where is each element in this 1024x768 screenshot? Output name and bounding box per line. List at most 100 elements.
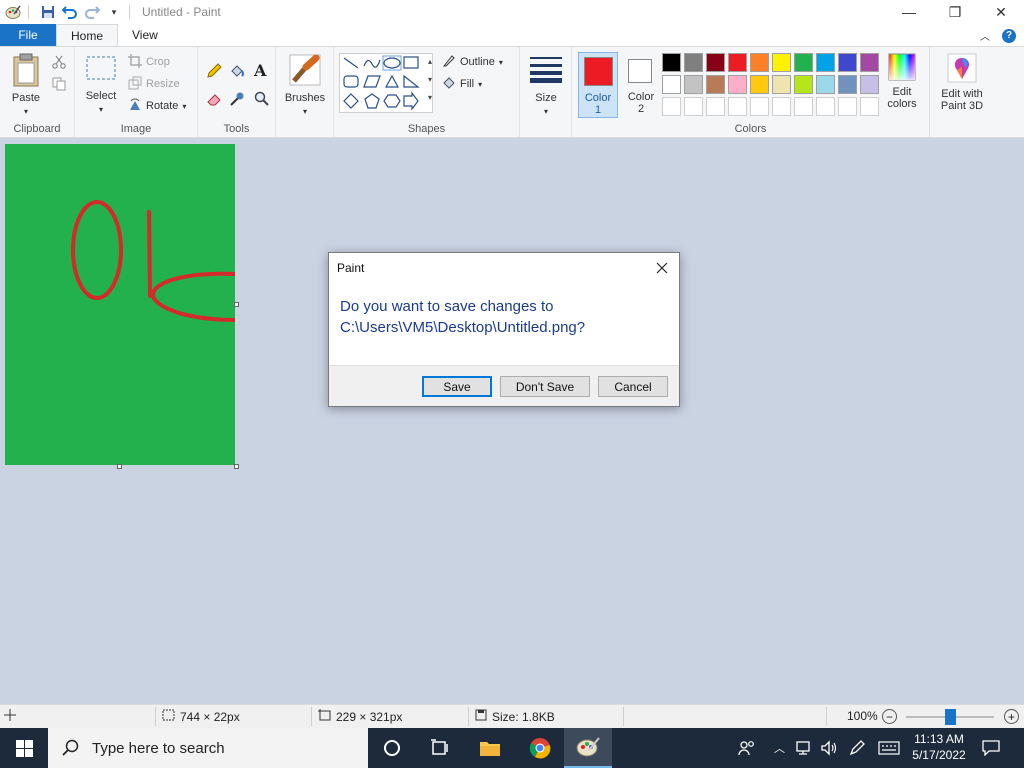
tab-home[interactable]: Home (56, 24, 119, 46)
tab-file[interactable]: File (0, 24, 56, 46)
edit-colors-button[interactable]: Edit colors (882, 53, 922, 110)
eraser-icon[interactable] (206, 91, 222, 110)
tab-view[interactable]: View (118, 24, 172, 46)
color-spectrum-icon (888, 53, 916, 84)
fill-bucket-icon[interactable] (229, 63, 245, 82)
keyboard-icon[interactable] (878, 738, 900, 758)
paste-button[interactable]: Paste ▾ (8, 53, 44, 118)
system-clock[interactable]: 11:13 AM 5/17/2022 (904, 731, 974, 763)
palette-swatch[interactable] (706, 97, 725, 116)
brushes-button[interactable]: Brushes ▾ (284, 53, 326, 118)
file-explorer-icon[interactable] (466, 728, 514, 768)
palette-swatch[interactable] (750, 53, 769, 72)
palette-swatch[interactable] (662, 53, 681, 72)
taskbar-search-box[interactable]: Type here to search (48, 728, 368, 768)
zoom-in-button[interactable]: + (1004, 709, 1019, 724)
palette-swatch[interactable] (860, 53, 879, 72)
chevron-down-icon: ▾ (98, 105, 103, 114)
text-icon[interactable]: A (254, 61, 266, 80)
palette-swatch[interactable] (816, 97, 835, 116)
palette-swatch[interactable] (706, 75, 725, 94)
cut-icon[interactable] (52, 55, 66, 72)
palette-swatch[interactable] (838, 75, 857, 94)
palette-swatch[interactable] (838, 53, 857, 72)
minimize-button[interactable]: — (886, 0, 932, 24)
show-hidden-icons-chevron-icon[interactable]: ︿ (774, 738, 785, 758)
color-picker-icon[interactable] (229, 91, 245, 110)
notifications-icon[interactable] (982, 738, 1000, 758)
palette-swatch[interactable] (816, 75, 835, 94)
network-icon[interactable] (795, 738, 813, 758)
pencil-icon[interactable] (206, 63, 222, 82)
palette-swatch[interactable] (794, 97, 813, 116)
rotate-button[interactable]: Rotate ▾ (128, 97, 186, 115)
ribbon: Paste ▾ Clipboard Select ▾ Crop Resize R… (0, 46, 1024, 138)
volume-icon[interactable] (820, 738, 838, 758)
start-button[interactable] (0, 728, 48, 768)
save-icon[interactable] (39, 3, 57, 21)
size-button[interactable]: Size ▾ (526, 55, 566, 118)
palette-swatch[interactable] (772, 97, 791, 116)
maximize-button[interactable]: ❐ (932, 0, 978, 24)
timeline-icon[interactable] (416, 728, 464, 768)
close-button[interactable]: ✕ (978, 0, 1024, 24)
dont-save-button[interactable]: Don't Save (500, 376, 590, 397)
palette-swatch[interactable] (794, 75, 813, 94)
resize-button[interactable]: Resize (128, 75, 180, 93)
canvas-resize-handle[interactable] (234, 302, 239, 307)
cancel-button[interactable]: Cancel (598, 376, 668, 397)
select-button[interactable]: Select ▾ (83, 55, 119, 116)
palette-swatch[interactable] (794, 53, 813, 72)
palette-swatch[interactable] (860, 97, 879, 116)
crop-button[interactable]: Crop (128, 53, 170, 71)
drawing-canvas[interactable] (5, 144, 235, 465)
palette-swatch[interactable] (772, 75, 791, 94)
palette-swatch[interactable] (728, 97, 747, 116)
canvas-resize-handle[interactable] (117, 464, 122, 469)
people-icon[interactable] (738, 738, 756, 758)
dialog-close-icon[interactable] (653, 259, 671, 277)
shapes-scroll[interactable]: ▴ ▾ ▾ (424, 53, 436, 113)
shapes-gallery[interactable] (339, 53, 433, 113)
palette-swatch[interactable] (838, 97, 857, 116)
palette-swatch[interactable] (728, 53, 747, 72)
clock-date: 5/17/2022 (912, 748, 966, 762)
chrome-icon[interactable] (516, 728, 564, 768)
palette-swatch[interactable] (662, 97, 681, 116)
help-icon[interactable]: ? (1002, 28, 1016, 43)
palette-swatch[interactable] (706, 53, 725, 72)
zoom-out-button[interactable]: − (882, 709, 897, 724)
palette-swatch[interactable] (750, 97, 769, 116)
paint-taskbar-icon[interactable] (564, 728, 612, 768)
edit-with-paint3d-button[interactable]: Edit with Paint 3D (934, 53, 990, 112)
palette-swatch[interactable] (684, 97, 703, 116)
palette-swatch[interactable] (860, 75, 879, 94)
paint-app-icon[interactable] (4, 3, 22, 21)
paint3d-icon (947, 53, 977, 86)
save-button[interactable]: Save (422, 376, 492, 397)
canvas-size-icon (318, 709, 331, 724)
fill-button[interactable]: Fill ▾ (442, 75, 482, 93)
copy-icon[interactable] (52, 77, 66, 94)
palette-swatch[interactable] (684, 53, 703, 72)
search-placeholder: Type here to search (92, 739, 225, 757)
palette-swatch[interactable] (772, 53, 791, 72)
redo-icon[interactable] (83, 3, 101, 21)
pen-workspace-icon[interactable] (848, 738, 866, 758)
magnifier-icon[interactable] (254, 91, 270, 110)
paint3d-group: Edit with Paint 3D (930, 47, 992, 137)
color1-button[interactable]: Color 1 (578, 52, 618, 118)
zoom-slider-thumb[interactable] (945, 709, 956, 725)
canvas-resize-handle[interactable] (234, 464, 239, 469)
palette-swatch[interactable] (684, 75, 703, 94)
palette-swatch[interactable] (728, 75, 747, 94)
palette-swatch[interactable] (662, 75, 681, 94)
palette-swatch[interactable] (750, 75, 769, 94)
outline-button[interactable]: Outline ▾ (442, 53, 503, 71)
undo-icon[interactable] (61, 3, 79, 21)
collapse-ribbon-icon[interactable]: ︿ (980, 28, 990, 43)
color2-button[interactable]: Color 2 (622, 52, 660, 118)
palette-swatch[interactable] (816, 53, 835, 72)
task-view-button[interactable] (368, 728, 416, 768)
customize-toolbar-icon[interactable]: ▾ (105, 3, 123, 21)
